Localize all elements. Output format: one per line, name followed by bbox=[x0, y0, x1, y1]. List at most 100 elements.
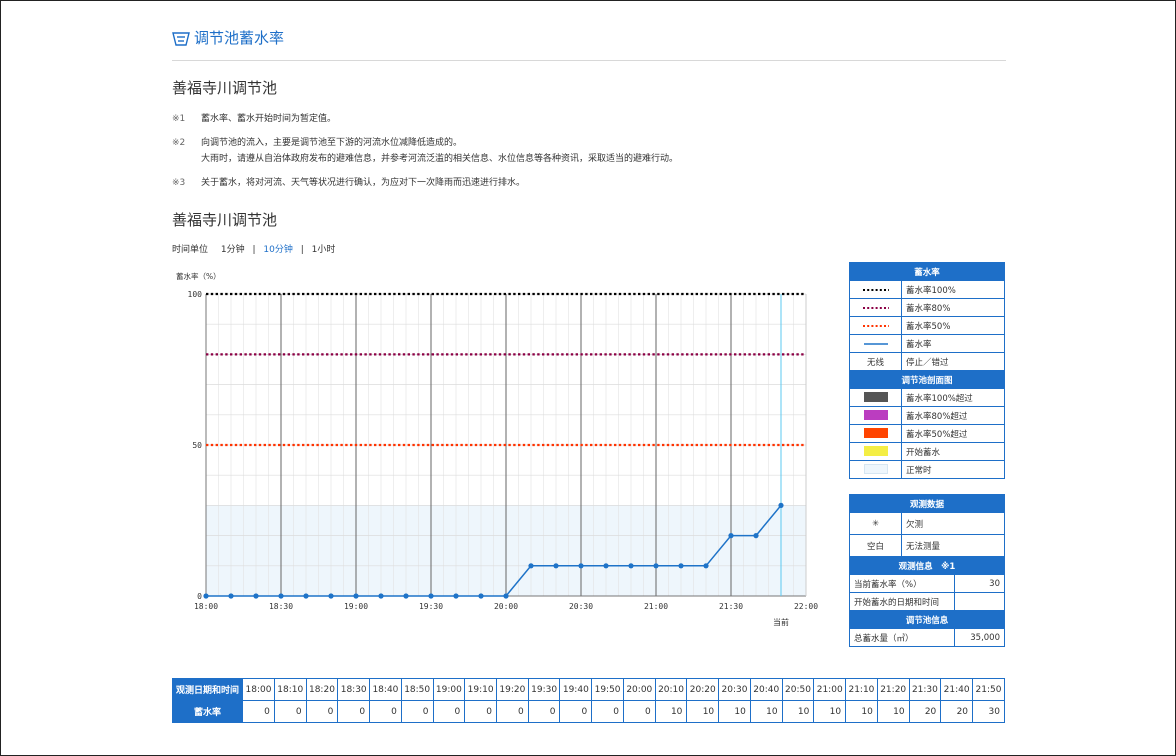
data-point bbox=[303, 593, 309, 599]
legend-row: 开始蓄水 bbox=[849, 442, 1005, 461]
time-cell: 18:30 bbox=[337, 678, 371, 701]
value-cell: 20 bbox=[940, 700, 974, 723]
data-point bbox=[778, 502, 784, 508]
data-point bbox=[203, 593, 209, 599]
observation-info-panel: 观测信息 ※1 当前蓄水率（%） 30 开始蓄水的日期和时间 调节池信息 总蓄水… bbox=[849, 556, 1005, 647]
legend-label: 蓄水率50%超过 bbox=[901, 424, 1005, 443]
legend-label: 蓄水率50% bbox=[901, 316, 1005, 335]
dotted-line-orange-icon bbox=[862, 324, 889, 327]
time-cell: 20:50 bbox=[781, 678, 815, 701]
time-unit-10min[interactable]: 10分钟 bbox=[263, 243, 292, 257]
data-point bbox=[228, 593, 234, 599]
y-tick-label: 100 bbox=[188, 290, 203, 299]
note-text: 大雨时，请遵从自治体政府发布的避难信息，并参考河流泛滥的相关信息、水位信息等各种… bbox=[201, 154, 679, 164]
time-cell: 19:40 bbox=[559, 678, 593, 701]
note-mark: ※2 bbox=[172, 138, 186, 148]
legend-row: 蓄水率50%超过 bbox=[849, 424, 1005, 443]
current-time-label: 当前 bbox=[773, 617, 789, 627]
list-icon bbox=[172, 31, 190, 50]
legend-title: 蓄水率 bbox=[849, 262, 1005, 281]
info-value: 30 bbox=[954, 574, 1005, 593]
y-axis-label: 蓄水率（%） bbox=[176, 271, 221, 281]
legend-row: 蓄水率100%超过 bbox=[849, 388, 1005, 407]
data-point bbox=[753, 533, 759, 539]
notes: ※1 蓄水率、蓄水开始时间为暂定值。 ※2 向调节池的流入，主要是调节池至下游的… bbox=[172, 111, 1006, 199]
time-cell: 19:10 bbox=[464, 678, 497, 701]
note-text: 向调节池的流入，主要是调节池至下游的河流水位减降低造成的。 bbox=[201, 138, 463, 148]
legend-row: 蓄水率80% bbox=[849, 298, 1005, 317]
data-point bbox=[278, 593, 284, 599]
value-cell: 10 bbox=[654, 700, 688, 723]
time-cell: 18:40 bbox=[369, 678, 402, 701]
info-value: 35,000 bbox=[954, 628, 1005, 647]
page-title: 调节池蓄水率 bbox=[194, 29, 285, 47]
observation-info-title: 观测信息 ※1 bbox=[849, 556, 1005, 575]
time-unit-selector: 时间单位 1分钟 | 10分钟 | 1小时 bbox=[172, 243, 335, 257]
swatch-orange bbox=[863, 428, 888, 439]
separator: | bbox=[300, 245, 304, 255]
x-tick-label: 18:30 bbox=[269, 602, 293, 611]
value-header: 蓄水率 bbox=[171, 700, 244, 723]
data-point bbox=[578, 563, 584, 569]
section-title: 调节池剖面图 bbox=[849, 370, 1005, 389]
x-tick-label: 19:30 bbox=[419, 602, 443, 611]
time-row: 观测日期和时间 18:00 18:10 18:20 18:30 18:40 18:50 19… bbox=[171, 678, 1005, 701]
info-label: 总蓄水量（㎥） bbox=[849, 628, 955, 647]
time-cell: 21:40 bbox=[940, 678, 974, 701]
value-row: 蓄水率 0 0 0 0 0 0 0 0 0 0 0 0 0 10 10 10 10 10 10 10 10 20 20 30 bbox=[171, 700, 1005, 723]
time-cell: 19:20 bbox=[496, 678, 529, 701]
x-tick-label: 21:30 bbox=[719, 602, 743, 611]
blank-symbol: 空白 bbox=[849, 534, 902, 557]
swatch-gray bbox=[863, 392, 888, 403]
time-cell: 20:20 bbox=[686, 678, 720, 701]
chart-title: 善福寺川调节池 bbox=[172, 211, 278, 229]
legend-label: 正常时 bbox=[901, 460, 1005, 479]
observation-table: 观测日期和时间 18:00 18:10 18:20 18:30 18:40 18:50 19… bbox=[171, 678, 1005, 723]
value-cell: 10 bbox=[686, 700, 720, 723]
time-cell: 18:20 bbox=[305, 678, 339, 701]
data-point bbox=[403, 593, 409, 599]
value-cell: 10 bbox=[876, 700, 910, 723]
legend-label: 开始蓄水 bbox=[901, 442, 1005, 461]
value-cell: 10 bbox=[845, 700, 878, 723]
time-header: 观测日期和时间 bbox=[171, 678, 244, 701]
note-mark: ※3 bbox=[172, 178, 186, 188]
value-cell: 30 bbox=[972, 700, 1005, 723]
time-cell: 21:20 bbox=[876, 678, 910, 701]
observation-title: 观测数据 bbox=[849, 494, 1005, 513]
time-unit-1hour[interactable]: 1小时 bbox=[312, 243, 336, 257]
data-point bbox=[653, 563, 659, 569]
note-text: 关于蓄水，将对河流、天气等状况进行确认，为应对下一次降雨而迅速进行排水。 bbox=[201, 178, 526, 188]
data-point bbox=[253, 593, 259, 599]
solid-line-blue-icon bbox=[863, 342, 888, 345]
value-cell: 10 bbox=[718, 700, 751, 723]
swatch-light-blue bbox=[863, 464, 888, 475]
value-cell: 0 bbox=[305, 700, 339, 723]
value-cell: 0 bbox=[559, 700, 593, 723]
legend-label: 蓄水率80%超过 bbox=[901, 406, 1005, 425]
value-cell: 0 bbox=[242, 700, 275, 723]
pond-title: 善福寺川调节池 bbox=[172, 79, 278, 97]
data-point bbox=[553, 563, 559, 569]
note-3: ※3 关于蓄水，将对河流、天气等状况进行确认，为应对下一次降雨而迅速进行排水。 bbox=[172, 175, 1006, 191]
time-cell: 20:10 bbox=[654, 678, 688, 701]
data-point bbox=[603, 563, 609, 569]
data-point bbox=[628, 563, 634, 569]
observation-row: ✳ 欠测 bbox=[849, 512, 1005, 535]
time-cell: 20:30 bbox=[718, 678, 751, 701]
data-point bbox=[428, 593, 434, 599]
data-point bbox=[528, 563, 534, 569]
pond-info-title: 调节池信息 bbox=[849, 610, 1005, 629]
observation-row: 空白 无法测量 bbox=[849, 534, 1005, 557]
x-tick-label: 20:30 bbox=[569, 602, 593, 611]
y-tick-label: 0 bbox=[197, 592, 202, 601]
time-cell: 18:50 bbox=[400, 678, 434, 701]
value-cell: 0 bbox=[400, 700, 434, 723]
legend-row: 蓄水率50% bbox=[849, 316, 1005, 335]
time-cell: 19:50 bbox=[591, 678, 624, 701]
observation-panel: 观测数据 ✳ 欠测 空白 无法测量 bbox=[849, 494, 1005, 557]
legend-label: 蓄水率100% bbox=[901, 280, 1005, 299]
x-tick-label: 19:00 bbox=[344, 602, 368, 611]
time-unit-1min[interactable]: 1分钟 bbox=[221, 243, 245, 257]
info-label: 开始蓄水的日期和时间 bbox=[849, 592, 955, 611]
